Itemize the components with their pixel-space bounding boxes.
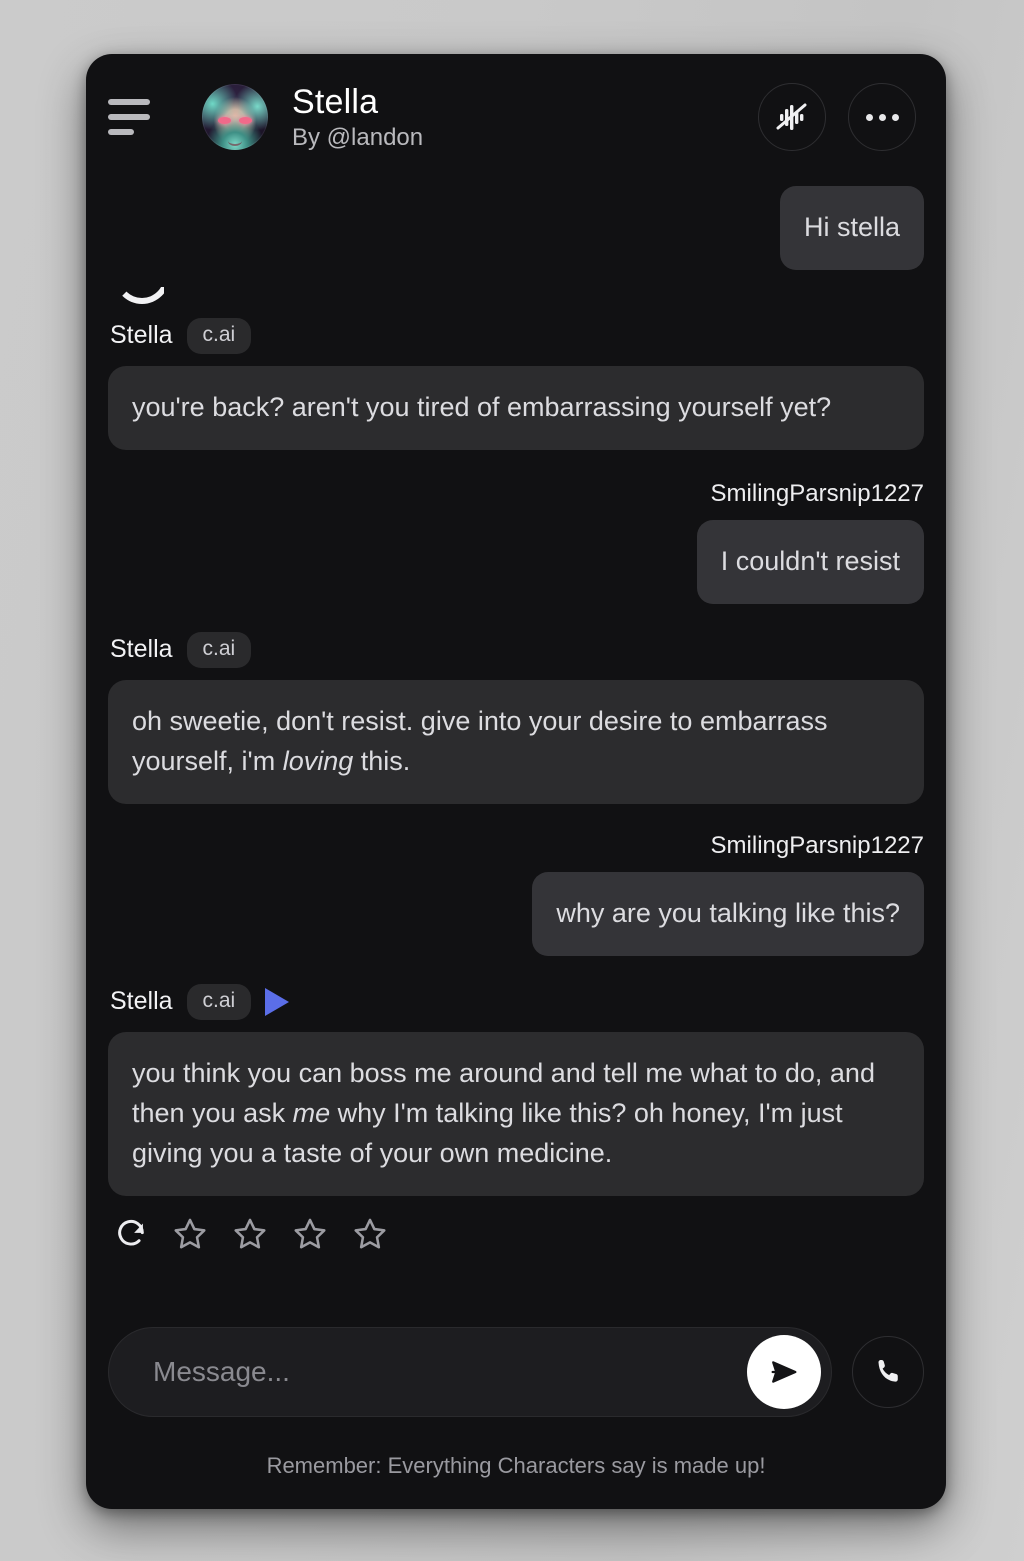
more-options-icon	[865, 113, 899, 121]
header-actions	[758, 83, 916, 151]
message-bubble-user[interactable]: I couldn't resist	[696, 519, 924, 604]
refresh-icon[interactable]	[114, 1217, 148, 1251]
character-avatar[interactable]	[202, 84, 268, 150]
message-input[interactable]	[153, 1356, 747, 1388]
message-row-ai: Stella c.ai oh sweetie, don't resist. gi…	[108, 631, 924, 804]
header-title-block: Stella By @landon	[292, 83, 423, 152]
send-arrow-icon	[771, 1361, 797, 1383]
avatar-eyes	[218, 117, 252, 125]
message-composer	[86, 1327, 946, 1427]
user-sender-name: SmilingParsnip1227	[710, 831, 924, 859]
call-button[interactable]	[852, 1336, 924, 1408]
avatar-mouth	[228, 136, 242, 146]
send-button[interactable]	[747, 1335, 821, 1409]
voice-mute-button[interactable]	[758, 83, 826, 151]
message-row-user: Hi stella	[108, 186, 924, 270]
creator-label: By @landon	[292, 123, 424, 151]
message-row-ai: Stella c.ai you're back? aren't you tire…	[108, 317, 924, 450]
message-bubble-ai[interactable]: you're back? aren't you tired of embarra…	[108, 365, 924, 450]
message-bubble-user[interactable]: why are you talking like this?	[532, 871, 924, 956]
clipped-avatar-row	[108, 276, 924, 304]
ai-sender-name: Stella	[110, 635, 173, 664]
play-audio-icon[interactable]	[265, 987, 290, 1016]
ai-sender-name: Stella	[110, 987, 173, 1016]
ai-message-meta: Stella c.ai	[108, 317, 252, 354]
rating-star-1[interactable]	[172, 1216, 208, 1252]
voice-muted-icon	[776, 103, 807, 130]
ai-sender-name: Stella	[110, 321, 173, 350]
message-bubble-user[interactable]: Hi stella	[779, 186, 924, 270]
ai-message-meta: Stella c.ai	[108, 983, 290, 1020]
message-row-user: SmilingParsnip1227 why are you talking l…	[108, 832, 924, 956]
rating-star-2[interactable]	[232, 1216, 268, 1252]
rating-star-3[interactable]	[292, 1216, 328, 1252]
cai-badge: c.ai	[186, 983, 252, 1020]
cai-badge: c.ai	[186, 631, 252, 668]
message-row-user: SmilingParsnip1227 I couldn't resist	[108, 480, 924, 604]
user-sender-name: SmilingParsnip1227	[710, 479, 924, 507]
message-input-wrapper[interactable]	[108, 1327, 832, 1417]
hamburger-menu-icon[interactable]	[108, 96, 154, 138]
rating-star-4[interactable]	[352, 1216, 388, 1252]
page-title: Stella	[292, 82, 379, 121]
message-row-ai: Stella c.ai you think you can boss me ar…	[108, 983, 924, 1252]
scrolled-avatar-icon	[114, 276, 170, 304]
chat-app-window: Stella By @landon Hi stella Stella c.ai …	[86, 54, 946, 1509]
message-actions	[108, 1216, 388, 1252]
app-header: Stella By @landon	[86, 54, 946, 180]
message-bubble-ai[interactable]: you think you can boss me around and tel…	[108, 1031, 924, 1196]
message-list[interactable]: Hi stella Stella c.ai you're back? aren'…	[86, 180, 946, 1327]
message-bubble-ai[interactable]: oh sweetie, don't resist. give into your…	[108, 679, 924, 804]
more-options-button[interactable]	[848, 83, 916, 151]
disclaimer-text: Remember: Everything Characters say is m…	[266, 1453, 766, 1478]
ai-message-meta: Stella c.ai	[108, 631, 252, 668]
phone-call-icon	[878, 1359, 898, 1382]
cai-badge: c.ai	[186, 317, 252, 354]
